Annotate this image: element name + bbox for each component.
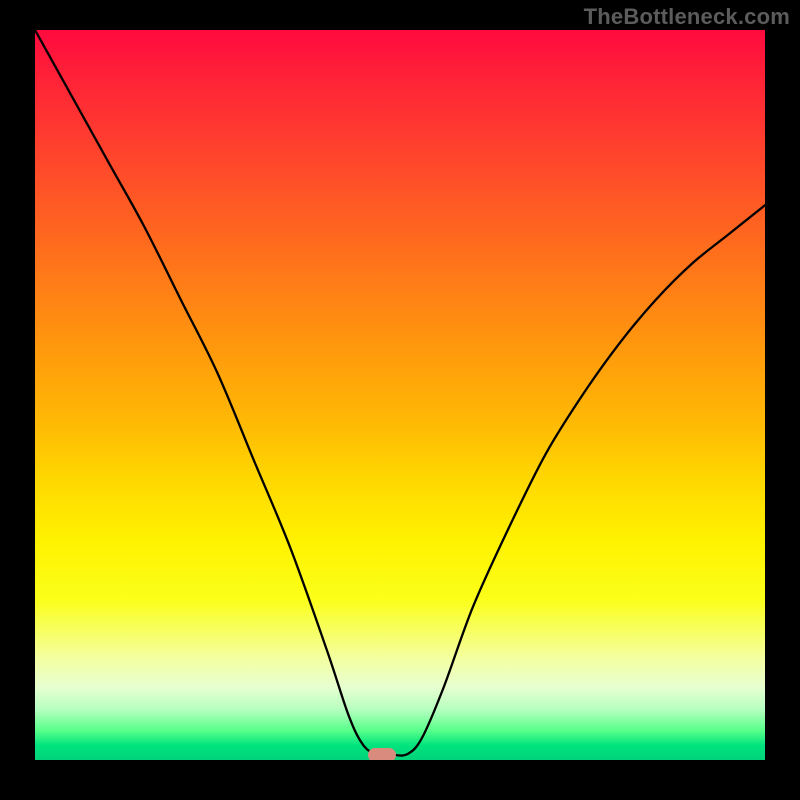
watermark-text: TheBottleneck.com (584, 4, 790, 30)
chart-frame: TheBottleneck.com (0, 0, 800, 800)
optimal-point-marker (368, 748, 396, 760)
bottleneck-curve (35, 30, 765, 760)
plot-area (35, 30, 765, 760)
